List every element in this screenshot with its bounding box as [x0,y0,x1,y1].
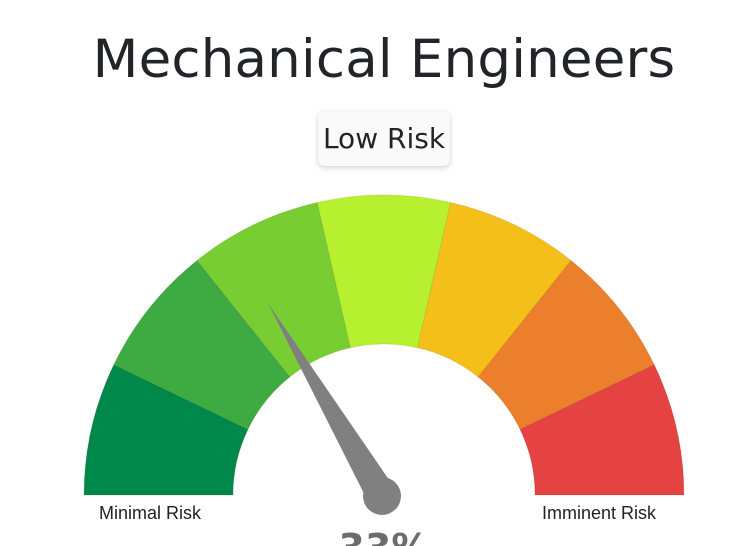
risk-gauge [83,194,685,515]
gauge-bands [83,194,685,496]
gauge-min-label: Minimal Risk [99,503,202,523]
needle-hub [363,477,401,515]
gauge-max-label: Imminent Risk [542,503,657,523]
gauge-value-label: 33% [0,526,734,546]
